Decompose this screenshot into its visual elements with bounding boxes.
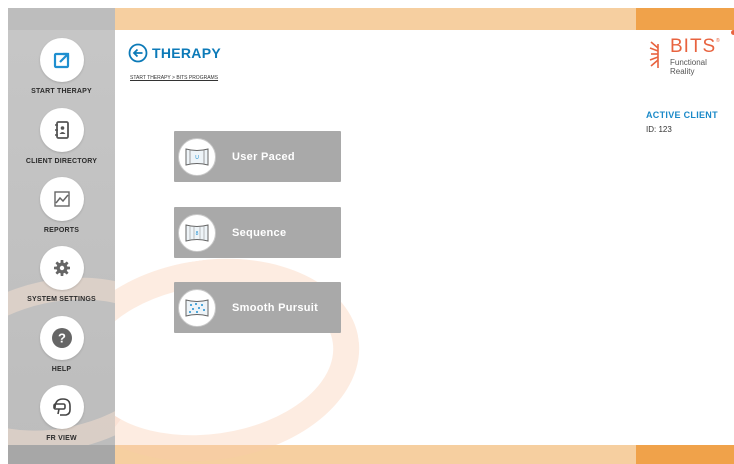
sidebar-item-label: REPORTS: [43, 227, 80, 234]
page-header: THERAPY: [128, 43, 221, 63]
sidebar-item-label: HELP: [51, 366, 72, 373]
sidebar-item-label: CLIENT DIRECTORY: [25, 158, 98, 165]
bits-logo-mark-icon: [649, 41, 659, 68]
sidebar-item-label: START THERAPY: [31, 88, 92, 95]
sidebar-item-label: FR VIEW: [46, 435, 77, 442]
sidebar-item-reports[interactable]: REPORTS: [8, 177, 115, 234]
sequence-icon: 8: [185, 223, 209, 242]
sidebar-item-start-therapy[interactable]: START THERAPY: [8, 38, 115, 95]
logo-tagline: Functional Reality: [670, 58, 707, 76]
client-directory-button[interactable]: [39, 108, 84, 152]
smooth-pursuit-icon: [185, 298, 209, 317]
question-icon: ?: [51, 328, 72, 348]
external-link-icon: [53, 52, 69, 69]
fr-view-button[interactable]: [39, 385, 84, 429]
user-paced-button[interactable]: U User Paced: [174, 131, 341, 182]
vr-headset-icon: [52, 398, 71, 416]
brand-logo: BITS ® Functional Reality: [648, 36, 734, 96]
contact-book-icon: [54, 121, 69, 139]
svg-text:?: ?: [58, 331, 66, 346]
top-margin: [0, 0, 734, 8]
top-bar: [115, 8, 636, 30]
reports-button[interactable]: [39, 177, 84, 221]
program-label: User Paced: [232, 150, 295, 163]
system-settings-button[interactable]: [39, 246, 84, 290]
sequence-button[interactable]: 8 Sequence: [174, 207, 341, 258]
logo-brand: BITS: [670, 36, 717, 57]
back-arrow-icon[interactable]: [128, 43, 148, 63]
smooth-pursuit-button[interactable]: Smooth Pursuit: [174, 282, 341, 333]
user-paced-icon-wrap: U: [178, 137, 216, 176]
top-bar-accent: [636, 8, 734, 30]
sidebar-top: [8, 8, 115, 30]
help-button[interactable]: ?: [39, 316, 84, 360]
logo-trademark: ®: [716, 38, 720, 44]
smooth-pursuit-icon-wrap: [178, 288, 216, 327]
logo-tagline-line2: Reality: [670, 67, 695, 76]
active-client-id: ID: 123: [646, 125, 672, 134]
logo-tagline-line1: Functional: [670, 58, 707, 67]
sidebar-bottom: [8, 445, 115, 464]
start-therapy-button[interactable]: [39, 38, 84, 82]
sidebar-item-help[interactable]: ? HELP: [8, 316, 115, 373]
sidebar: START THERAPY CLIENT DIRECTORY REPORTS S…: [8, 30, 115, 445]
program-label: Smooth Pursuit: [232, 301, 319, 314]
page-title: THERAPY: [152, 45, 221, 61]
user-paced-icon: U: [185, 147, 209, 166]
svg-text:U: U: [195, 155, 199, 161]
bottom-bar-accent: [636, 445, 734, 464]
sidebar-item-label: SYSTEM SETTINGS: [27, 296, 96, 303]
program-label: Sequence: [232, 226, 287, 239]
svg-text:8: 8: [196, 231, 199, 237]
breadcrumb[interactable]: START THERAPY > BITS PROGRAMS: [130, 75, 218, 81]
gear-icon: [53, 260, 70, 276]
sequence-icon-wrap: 8: [178, 213, 216, 252]
sidebar-item-client-directory[interactable]: CLIENT DIRECTORY: [8, 108, 115, 165]
sidebar-item-fr-view[interactable]: FR VIEW: [8, 385, 115, 442]
active-client-heading: ACTIVE CLIENT: [646, 110, 718, 120]
chart-line-icon: [53, 191, 70, 207]
sidebar-item-system-settings[interactable]: SYSTEM SETTINGS: [8, 246, 115, 303]
